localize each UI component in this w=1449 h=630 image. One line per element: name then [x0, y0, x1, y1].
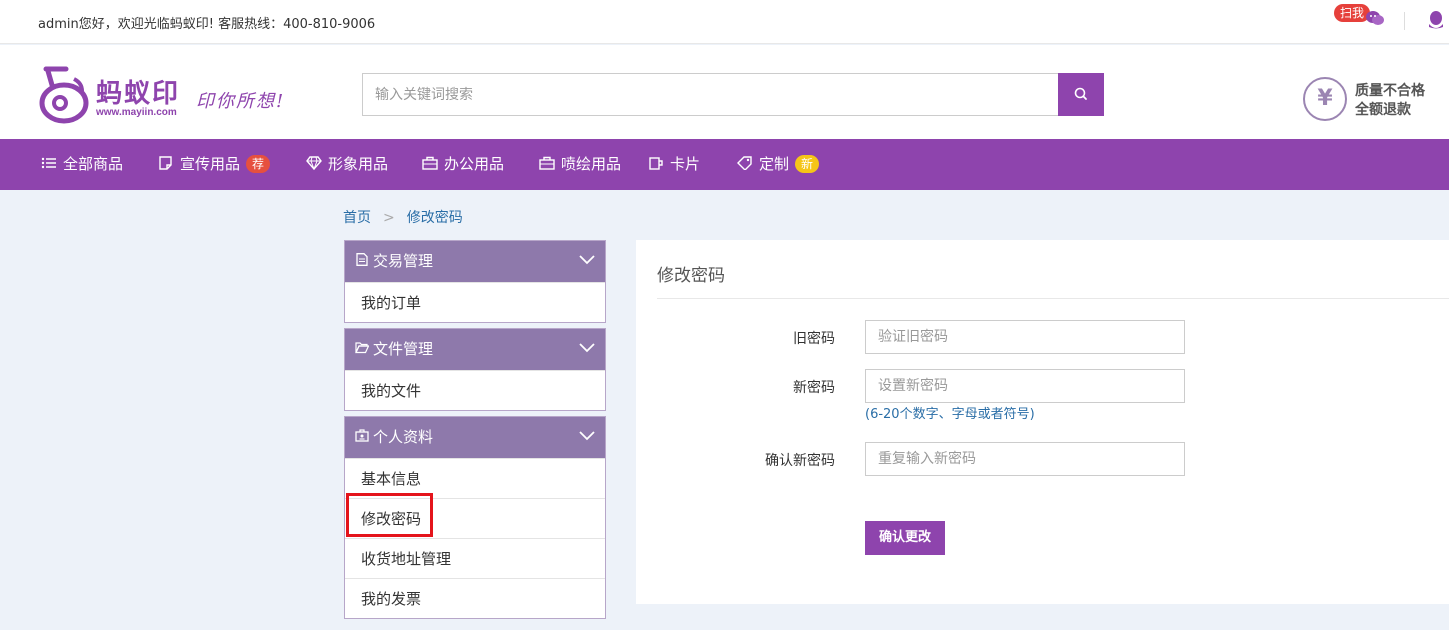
- sidebar-link-change-password[interactable]: 修改密码: [345, 498, 605, 538]
- new-password-label: 新密码: [793, 380, 835, 396]
- guarantee-line1: 质量不合格: [1355, 83, 1425, 99]
- main-nav: 全部商品 宣传用品荐 形象用品 办公用品 喷绘用品 卡片 定制 新: [0, 139, 1449, 190]
- sidebar-link-basic-info[interactable]: 基本信息: [345, 458, 605, 498]
- site-logo[interactable]: 蚂蚁印 www.mayiin.com 印你所想!: [38, 65, 298, 127]
- sidebar-group-header[interactable]: 文件管理: [345, 329, 605, 370]
- sidebar-link-my-files[interactable]: 我的文件: [345, 370, 605, 410]
- yen-icon: ¥: [1303, 77, 1347, 121]
- site-header: 蚂蚁印 www.mayiin.com 印你所想! ¥ 质量不合格 全额退款: [0, 45, 1449, 139]
- sidebar-link-my-orders[interactable]: 我的订单: [345, 282, 605, 322]
- chevron-down-icon: [579, 343, 595, 353]
- guarantee-line2: 全额退款: [1355, 102, 1411, 118]
- cup-icon: [649, 156, 663, 170]
- diamond-icon: [306, 155, 322, 170]
- search-button[interactable]: [1058, 73, 1104, 116]
- sidebar-group-profile: 个人资料 基本信息 修改密码 收货地址管理 我的发票: [344, 416, 606, 619]
- nav-label: 形象用品: [328, 155, 389, 173]
- nav-item-spray[interactable]: 喷绘用品: [539, 139, 621, 190]
- sidebar-group-header[interactable]: 交易管理: [345, 241, 605, 282]
- refund-guarantee: ¥ 质量不合格 全额退款: [1303, 77, 1443, 123]
- top-bar: admin您好，欢迎光临蚂蚁印! 客服热线：400-810-9006 扫我: [0, 0, 1449, 44]
- old-password-label: 旧密码: [793, 331, 835, 347]
- nav-label: 宣传用品: [180, 155, 241, 173]
- breadcrumb-current: 修改密码: [406, 210, 463, 226]
- sidebar-link-address[interactable]: 收货地址管理: [345, 538, 605, 578]
- qq-icon[interactable]: [1427, 10, 1445, 30]
- nav-item-office[interactable]: 办公用品: [422, 139, 504, 190]
- nav-label: 卡片: [670, 155, 701, 173]
- chevron-down-icon: [579, 255, 595, 265]
- confirm-password-label: 确认新密码: [765, 453, 835, 469]
- nav-item-promo[interactable]: 宣传用品荐: [158, 139, 271, 190]
- nav-item-cards[interactable]: 卡片: [648, 139, 700, 190]
- search-bar: [362, 73, 1104, 116]
- panel-divider: [657, 298, 1449, 299]
- chevron-down-icon: [579, 431, 595, 441]
- ant-logo-icon: [39, 66, 89, 124]
- folder-icon: [355, 342, 369, 354]
- breadcrumb: 首页 > 修改密码: [343, 207, 463, 227]
- sidebar-group-title: 交易管理: [373, 252, 434, 270]
- divider: [1404, 12, 1405, 30]
- sidebar-group-trade: 交易管理 我的订单: [344, 240, 606, 323]
- sidebar-group-files: 文件管理 我的文件: [344, 328, 606, 411]
- scan-badge[interactable]: 扫我: [1334, 4, 1371, 22]
- nav-label: 全部商品: [63, 155, 124, 173]
- search-input[interactable]: [362, 73, 1059, 116]
- search-icon: [1074, 87, 1087, 100]
- new-password-field[interactable]: [865, 369, 1185, 403]
- note-icon: [159, 155, 172, 170]
- nav-item-image[interactable]: 形象用品: [306, 139, 388, 190]
- wechat-icon[interactable]: [1366, 10, 1384, 26]
- file-icon: [356, 253, 368, 266]
- sidebar-group-title: 文件管理: [373, 340, 434, 358]
- list-icon: [41, 157, 56, 168]
- id-card-icon: [355, 429, 369, 442]
- recommend-badge: 荐: [246, 154, 271, 173]
- password-hint: (6-20个数字、字母或者符号): [865, 407, 1035, 422]
- nav-item-custom[interactable]: 定制新: [737, 139, 820, 190]
- nav-label: 喷绘用品: [561, 155, 622, 173]
- sidebar-group-header[interactable]: 个人资料: [345, 417, 605, 458]
- logo-url: www.mayiin.com: [96, 107, 177, 118]
- nav-item-all-products[interactable]: 全部商品: [41, 139, 123, 190]
- welcome-text: admin您好，欢迎光临蚂蚁印! 客服热线：400-810-9006: [38, 17, 376, 32]
- nav-label: 办公用品: [444, 155, 505, 173]
- confirm-password-field[interactable]: [865, 442, 1185, 476]
- briefcase-icon: [539, 156, 555, 170]
- breadcrumb-home[interactable]: 首页: [343, 210, 371, 226]
- nav-label: 定制: [759, 155, 790, 173]
- logo-slogan: 印你所想!: [196, 91, 286, 112]
- logo-name: 蚂蚁印: [96, 79, 181, 109]
- panel-title: 修改密码: [657, 266, 725, 286]
- confirm-change-button[interactable]: 确认更改: [865, 521, 945, 555]
- sidebar-group-title: 个人资料: [373, 428, 434, 446]
- breadcrumb-separator: >: [383, 210, 395, 226]
- briefcase-icon: [422, 156, 438, 170]
- old-password-field[interactable]: [865, 320, 1185, 354]
- tag-icon: [737, 155, 752, 170]
- change-password-panel: 修改密码 旧密码 新密码 (6-20个数字、字母或者符号) 确认新密码 确认更改: [636, 240, 1449, 604]
- sidebar-link-invoices[interactable]: 我的发票: [345, 578, 605, 618]
- new-badge: 新: [795, 154, 820, 173]
